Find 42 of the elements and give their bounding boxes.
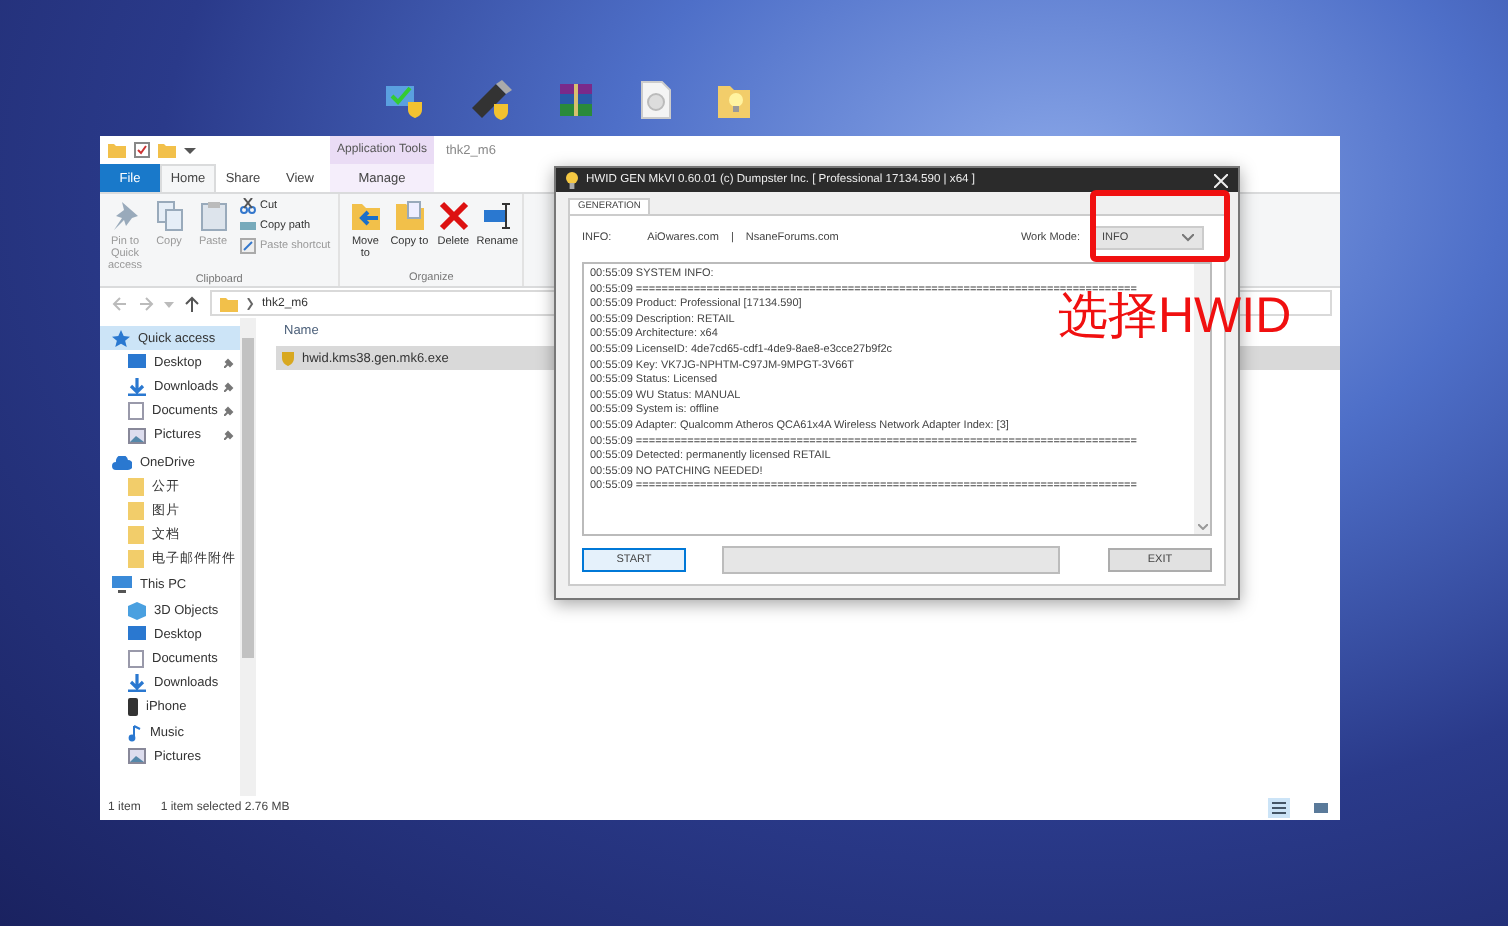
archive-stack-icon[interactable]	[556, 80, 596, 120]
large-icons-view-icon[interactable]	[1310, 798, 1332, 818]
folder-bulb-icon[interactable]	[716, 80, 752, 120]
download-arrow-icon	[128, 674, 146, 693]
clipboard-icon	[199, 200, 227, 232]
desktop-icon	[128, 626, 146, 643]
download-arrow-icon	[128, 377, 146, 396]
properties-icon[interactable]	[134, 142, 150, 158]
chevron-down-icon	[1182, 234, 1194, 242]
details-view-icon[interactable]	[1268, 798, 1290, 818]
dropdown-caret-icon[interactable]	[184, 144, 196, 156]
copy-icon	[155, 200, 183, 232]
star-icon	[112, 329, 130, 348]
lightbulb-icon	[566, 171, 578, 189]
desktop-icon	[128, 354, 146, 371]
chevron-right-icon	[246, 297, 254, 309]
close-icon[interactable]	[1214, 173, 1228, 187]
usb-drive-icon[interactable]	[468, 80, 512, 120]
monitor-shield-icon[interactable]	[384, 80, 424, 120]
music-note-icon	[128, 723, 142, 742]
scissors-icon	[240, 198, 256, 214]
document-icon	[128, 650, 144, 669]
shield-file-icon	[280, 350, 296, 366]
folder-arrow-icon	[349, 200, 382, 232]
delete-icon	[437, 200, 470, 232]
rename-icon	[481, 200, 514, 232]
folder-copy-icon	[393, 200, 426, 232]
picture-icon	[128, 427, 146, 444]
cloud-icon	[112, 455, 132, 470]
cube-icon	[128, 601, 146, 620]
path-icon	[240, 218, 256, 234]
chevron-down-icon[interactable]	[1197, 524, 1207, 530]
picture-icon	[128, 748, 146, 765]
pin-icon	[111, 200, 139, 232]
document-icon	[128, 402, 144, 421]
highlight-frame	[1090, 190, 1230, 262]
shortcut-icon	[240, 238, 256, 254]
up-arrow-icon[interactable]	[184, 295, 200, 311]
folder-icon	[220, 295, 238, 311]
monitor-icon	[112, 576, 132, 595]
phone-icon	[128, 698, 138, 717]
scrollbar[interactable]	[240, 318, 256, 796]
